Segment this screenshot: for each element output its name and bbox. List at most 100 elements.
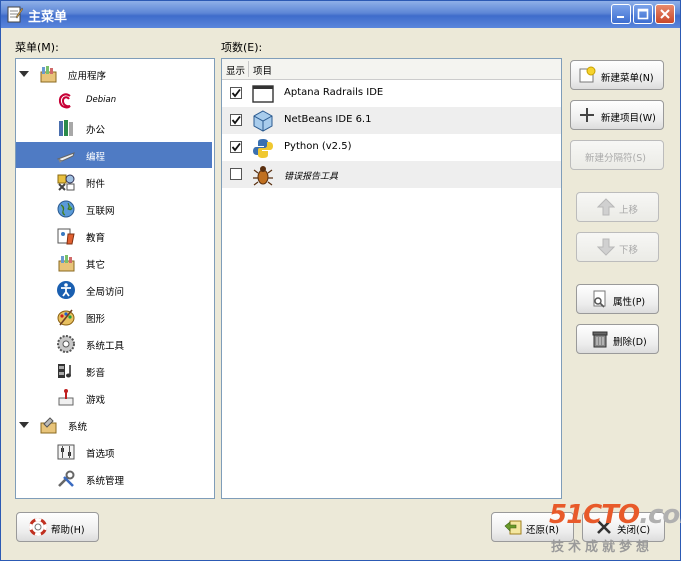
- tree-item-4[interactable]: 附件: [16, 169, 212, 195]
- tree-item-9[interactable]: 图形: [16, 304, 212, 330]
- arrow-up-icon: [597, 198, 615, 216]
- checkmark-icon: [231, 88, 241, 98]
- move-up-button[interactable]: 上移: [576, 192, 659, 222]
- netbeans-icon: [253, 110, 273, 132]
- item-row[interactable]: Python (v2.5): [222, 134, 561, 161]
- checkmark-icon: [231, 115, 241, 125]
- maximize-button[interactable]: [633, 4, 653, 24]
- tree-item-label: 应用程序: [68, 71, 107, 82]
- item-label: Aptana Radrails IDE: [284, 87, 384, 98]
- help-lifebuoy-icon: [29, 518, 47, 536]
- column-header-show[interactable]: 显示: [226, 63, 245, 77]
- office-icon: [59, 120, 73, 136]
- debian-icon: [58, 93, 71, 109]
- tree-item-label: 编程: [86, 152, 106, 163]
- tree-item-2[interactable]: 办公: [16, 115, 212, 141]
- accessories-icon: [57, 174, 75, 191]
- python-icon: [253, 139, 273, 158]
- new-separator-label: 新建分隔符(S): [585, 153, 646, 164]
- item-row[interactable]: 错误报告工具: [222, 161, 561, 188]
- tree-item-label: 游戏: [86, 395, 106, 406]
- new-item-button[interactable]: 新建项目(W): [570, 100, 664, 130]
- multimedia-icon: [58, 364, 71, 378]
- revert-icon: [504, 520, 522, 535]
- watermark: 51CTO.com 技术成就梦想: [549, 500, 681, 558]
- properties-button[interactable]: 属性(P): [576, 284, 659, 314]
- item-label: 错误报告工具: [284, 172, 339, 182]
- bug-icon: [253, 166, 273, 186]
- menu-editor-icon: [7, 6, 23, 23]
- tree-item-11[interactable]: 影音: [16, 358, 212, 384]
- move-up-label: 上移: [619, 205, 639, 216]
- help-button[interactable]: 帮助(H): [16, 512, 99, 542]
- show-checkbox[interactable]: [230, 168, 242, 180]
- tree-item-8[interactable]: 全局访问: [16, 277, 212, 303]
- internet-icon: [57, 200, 75, 218]
- item-row[interactable]: Aptana Radrails IDE: [222, 80, 561, 107]
- menu-tree[interactable]: 应用程序 Debian 办公编程附件互联网教育其它全局访问图形系统工具影音游戏系统首…: [15, 58, 215, 499]
- checkmark-icon: [231, 142, 241, 152]
- tree-item-10[interactable]: 系统工具: [16, 331, 212, 357]
- tree-item-label: 图形: [86, 314, 106, 325]
- delete-label: 删除(D): [613, 337, 647, 348]
- minimize-icon: [617, 16, 624, 18]
- items-list-header: 显示 项目: [222, 59, 561, 80]
- education-icon: [57, 228, 75, 245]
- main-menu-window: 主菜单 菜单(M): 项数(E): 应用程序 Debian 办公 编程 附件 互联网 教育其…: [0, 0, 681, 561]
- move-down-label: 下移: [619, 245, 639, 256]
- items-list[interactable]: 显示 项目 Aptana Radrails IDE NetBeans IDE 6.…: [221, 58, 562, 499]
- tree-item-label: 全局访问: [86, 287, 125, 298]
- show-checkbox[interactable]: [230, 141, 242, 153]
- title-bar[interactable]: 主菜单: [1, 1, 680, 28]
- column-separator: [248, 61, 249, 77]
- expander-icon[interactable]: [19, 69, 29, 79]
- tree-item-label: 教育: [86, 233, 106, 244]
- new-separator-button[interactable]: 新建分隔符(S): [570, 140, 664, 170]
- menus-label: 菜单(M):: [15, 41, 59, 54]
- expander-icon[interactable]: [19, 420, 29, 430]
- administration-icon: [58, 470, 75, 487]
- item-label: Python (v2.5): [284, 141, 352, 152]
- dialog-body: 菜单(M): 项数(E): 应用程序 Debian 办公 编程 附件 互联网 教育 其它 全局访…: [4, 28, 677, 559]
- tree-item-label: 系统管理: [86, 476, 125, 487]
- column-header-item[interactable]: 项目: [253, 63, 272, 77]
- graphics-icon: [57, 309, 75, 326]
- new-menu-label: 新建菜单(N): [601, 73, 654, 84]
- maximize-icon: [637, 8, 649, 20]
- window-title: 主菜单: [28, 10, 68, 25]
- window-icon: [252, 85, 274, 103]
- tree-item-3[interactable]: 编程: [16, 142, 212, 168]
- tree-item-15[interactable]: 系统管理: [16, 466, 212, 492]
- move-down-button[interactable]: 下移: [576, 232, 659, 262]
- tree-item-label: 其它: [86, 260, 106, 271]
- system-tools-icon: [57, 335, 75, 353]
- tree-item-7[interactable]: 其它: [16, 250, 212, 276]
- help-label: 帮助(H): [51, 525, 85, 536]
- new-menu-button[interactable]: 新建菜单(N): [570, 60, 664, 90]
- tree-item-label: 附件: [86, 179, 106, 190]
- tree-item-13[interactable]: 系统: [16, 412, 212, 438]
- applications-icon: [40, 66, 57, 83]
- new-menu-icon: [579, 66, 596, 83]
- new-item-label: 新建项目(W): [601, 113, 656, 124]
- minimize-button[interactable]: [611, 4, 631, 24]
- properties-label: 属性(P): [613, 297, 646, 308]
- watermark-slogan: 技术成就梦想: [551, 540, 654, 555]
- tree-item-0[interactable]: 应用程序: [16, 61, 212, 87]
- programming-icon: [56, 152, 75, 163]
- tree-item-12[interactable]: 游戏: [16, 385, 212, 411]
- tree-item-14[interactable]: 首选项: [16, 439, 212, 465]
- tree-item-5[interactable]: 互联网: [16, 196, 212, 222]
- tree-item-label: Debian: [86, 95, 117, 105]
- tree-item-label: 系统工具: [86, 341, 125, 352]
- show-checkbox[interactable]: [230, 87, 242, 99]
- show-checkbox[interactable]: [230, 114, 242, 126]
- tree-item-1[interactable]: Debian: [16, 88, 212, 114]
- delete-button[interactable]: 删除(D): [576, 324, 659, 354]
- item-row[interactable]: NetBeans IDE 6.1: [222, 107, 561, 134]
- games-icon: [58, 389, 74, 406]
- close-window-button[interactable]: [655, 4, 675, 24]
- tree-item-6[interactable]: 教育: [16, 223, 212, 249]
- trash-icon: [592, 331, 608, 348]
- watermark-site: 51CTO.com: [549, 500, 681, 530]
